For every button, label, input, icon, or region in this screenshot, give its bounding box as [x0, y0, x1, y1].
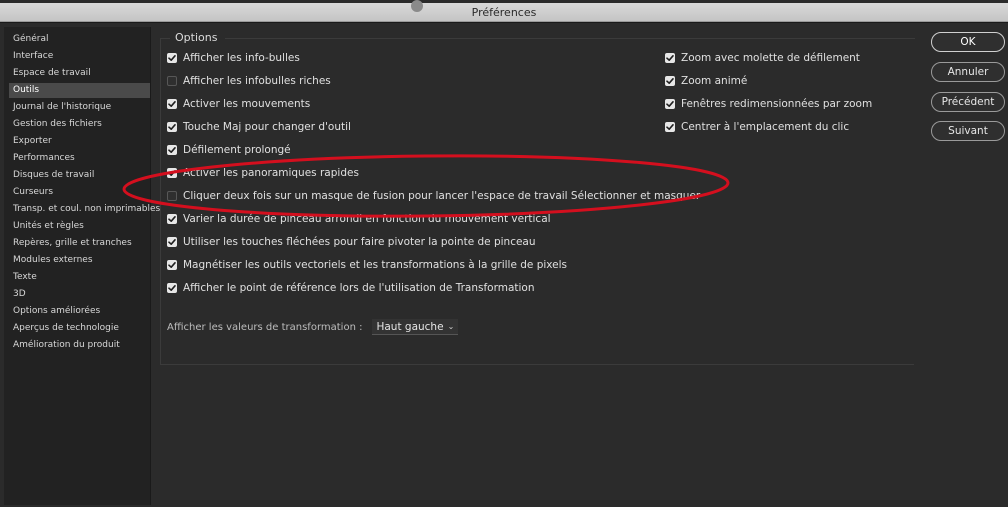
transform-values-label: Afficher les valeurs de transformation : [167, 321, 363, 333]
option-label: Afficher les info-bulles [183, 52, 300, 64]
sidebar-item-plugins[interactable]: Modules externes [9, 253, 150, 268]
next-button[interactable]: Suivant [931, 121, 1005, 141]
option-label: Cliquer deux fois sur un masque de fusio… [183, 190, 701, 202]
right-option-1[interactable]: Zoom animé [665, 73, 747, 89]
checkbox[interactable] [665, 53, 675, 63]
sidebar-item-guides-grid-slices[interactable]: Repères, grille et tranches [9, 236, 150, 251]
sidebar-item-cursors[interactable]: Curseurs [9, 185, 150, 200]
right-option-0[interactable]: Zoom avec molette de défilement [665, 50, 860, 66]
window-control-dot[interactable] [411, 0, 423, 12]
left-option-8[interactable]: Utiliser les touches fléchées pour faire… [167, 234, 536, 250]
option-label: Varier la durée de pinceau arrondi en fo… [183, 213, 551, 225]
checkbox[interactable] [167, 260, 177, 270]
chevron-down-icon: ⌄ [447, 322, 455, 331]
sidebar-item-workspace[interactable]: Espace de travail [9, 66, 150, 81]
checkbox[interactable] [665, 122, 675, 132]
transform-values-select[interactable]: Haut gauche ⌄ [372, 319, 459, 335]
right-option-3[interactable]: Centrer à l'emplacement du clic [665, 119, 849, 135]
checkbox[interactable] [167, 53, 177, 63]
transform-values-row: Afficher les valeurs de transformation :… [167, 319, 459, 335]
sidebar-item-interface[interactable]: Interface [9, 49, 150, 64]
left-option-2[interactable]: Activer les mouvements [167, 96, 310, 112]
option-label: Défilement prolongé [183, 144, 291, 156]
option-label: Activer les panoramiques rapides [183, 167, 359, 179]
checkbox[interactable] [167, 168, 177, 178]
right-option-2[interactable]: Fenêtres redimensionnées par zoom [665, 96, 872, 112]
sidebar-item-file-handling[interactable]: Gestion des fichiers [9, 117, 150, 132]
sidebar-item-general[interactable]: Général [9, 32, 150, 47]
sidebar-item-history-log[interactable]: Journal de l'historique [9, 100, 150, 115]
option-label: Touche Maj pour changer d'outil [183, 121, 351, 133]
preferences-window: Général Interface Espace de travail Outi… [0, 23, 1008, 507]
left-option-6[interactable]: Cliquer deux fois sur un masque de fusio… [167, 188, 700, 204]
left-option-1[interactable]: Afficher les infobulles riches [167, 73, 331, 89]
sidebar-item-performance[interactable]: Performances [9, 151, 150, 166]
sidebar-item-export[interactable]: Exporter [9, 134, 150, 149]
sidebar-item-scratch-disks[interactable]: Disques de travail [9, 168, 150, 183]
left-option-5[interactable]: Activer les panoramiques rapides [167, 165, 359, 181]
ok-button[interactable]: OK [931, 32, 1005, 52]
checkbox[interactable] [167, 99, 177, 109]
sidebar-item-product-improvement[interactable]: Amélioration du produit [9, 338, 150, 353]
cancel-button[interactable]: Annuler [931, 62, 1005, 82]
sidebar: Général Interface Espace de travail Outi… [4, 27, 160, 505]
previous-button[interactable]: Précédent [931, 92, 1005, 112]
sidebar-item-3d[interactable]: 3D [9, 287, 150, 302]
sidebar-item-transparency-gamut[interactable]: Transp. et coul. non imprimables [9, 202, 160, 217]
sidebar-item-enhanced-controls[interactable]: Options améliorées [9, 304, 150, 319]
option-label: Utiliser les touches fléchées pour faire… [183, 236, 536, 248]
left-option-7[interactable]: Varier la durée de pinceau arrondi en fo… [167, 211, 551, 227]
option-label: Activer les mouvements [183, 98, 311, 110]
option-label: Fenêtres redimensionnées par zoom [681, 98, 873, 110]
option-label: Centrer à l'emplacement du clic [681, 121, 850, 133]
option-label: Magnétiser les outils vectoriels et les … [183, 259, 568, 271]
checkbox[interactable] [167, 122, 177, 132]
transform-values-selected: Haut gauche [376, 320, 444, 333]
sidebar-item-units-rulers[interactable]: Unités et règles [9, 219, 150, 234]
checkbox[interactable] [167, 283, 177, 293]
checkbox[interactable] [167, 145, 177, 155]
title-bar: Préférences [0, 0, 1008, 22]
option-label: Afficher les infobulles riches [183, 75, 331, 87]
left-option-10[interactable]: Afficher le point de référence lors de l… [167, 280, 535, 296]
checkbox[interactable] [167, 214, 177, 224]
panel-border-top [225, 38, 915, 39]
option-label: Zoom avec molette de défilement [681, 52, 860, 64]
sidebar-item-type[interactable]: Texte [9, 270, 150, 285]
panel-border-bottom [160, 364, 914, 365]
sidebar-item-tools[interactable]: Outils [9, 83, 150, 98]
left-option-9[interactable]: Magnétiser les outils vectoriels et les … [167, 257, 567, 273]
checkbox[interactable] [665, 76, 675, 86]
checkbox[interactable] [167, 76, 177, 86]
options-title: Options [175, 31, 218, 44]
left-option-3[interactable]: Touche Maj pour changer d'outil [167, 119, 351, 135]
checkbox[interactable] [167, 191, 177, 201]
option-label: Afficher le point de référence lors de l… [183, 282, 535, 294]
checkbox[interactable] [665, 99, 675, 109]
checkbox[interactable] [167, 237, 177, 247]
sidebar-item-technology-previews[interactable]: Aperçus de technologie [9, 321, 150, 336]
window-title: Préférences [471, 5, 537, 19]
option-label: Zoom animé [681, 75, 748, 87]
left-option-0[interactable]: Afficher les info-bulles [167, 50, 300, 66]
left-option-4[interactable]: Défilement prolongé [167, 142, 291, 158]
